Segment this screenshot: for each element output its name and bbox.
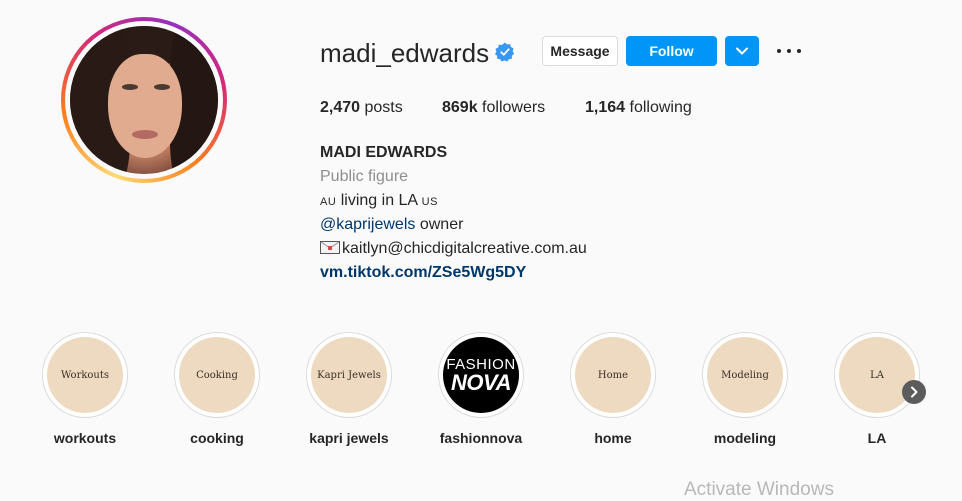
- verified-badge-icon: [495, 42, 515, 62]
- mention-link[interactable]: @kaprijewels: [320, 216, 415, 233]
- profile-username: madi_edwards: [320, 38, 490, 68]
- avatar-lips: [132, 130, 158, 139]
- highlight-ring: Kapri Jewels: [306, 332, 392, 418]
- highlight-label: LA: [867, 430, 887, 446]
- avatar[interactable]: [70, 26, 218, 174]
- following-stat[interactable]: 1,164 following: [585, 98, 692, 118]
- highlight-ring: FASHION NOVA: [438, 332, 524, 418]
- posts-count: 2,470: [320, 99, 361, 116]
- highlight-ring: Modeling: [702, 332, 788, 418]
- following-count: 1,164: [585, 99, 626, 116]
- avatar-eye-right: [154, 84, 170, 90]
- posts-label: posts: [364, 99, 403, 116]
- mailbox-icon: [320, 241, 340, 254]
- highlight-modeling[interactable]: Modeling modeling: [702, 332, 788, 446]
- dot: [777, 49, 781, 53]
- bio-email: kaitlyn@chicdigitalcreative.com.au: [342, 240, 587, 257]
- message-button[interactable]: Message: [542, 36, 618, 66]
- profile-avatar-ring[interactable]: [61, 17, 227, 183]
- bio-mention-line: @kaprijewels owner: [320, 215, 463, 235]
- highlight-ring: Workouts: [42, 332, 128, 418]
- posts-stat: 2,470 posts: [320, 98, 403, 118]
- highlight-workouts[interactable]: Workouts workouts: [42, 332, 128, 446]
- fashionnova-logo: FASHION NOVA: [443, 337, 519, 413]
- flag-us: US: [421, 196, 438, 208]
- highlight-label: fashionnova: [439, 430, 523, 446]
- logo-text-bottom: NOVA: [451, 370, 511, 395]
- following-label: following: [629, 99, 692, 116]
- highlight-home[interactable]: Home home: [570, 332, 656, 446]
- highlight-cover: Home: [575, 337, 651, 413]
- profile-full-name: MADI EDWARDS: [320, 144, 448, 161]
- highlight-cover: Kapri Jewels: [311, 337, 387, 413]
- dot: [787, 49, 791, 53]
- follow-button[interactable]: Follow: [626, 36, 717, 66]
- highlight-label: workouts: [53, 430, 117, 446]
- highlight-kapri-jewels[interactable]: Kapri Jewels kapri jewels: [306, 332, 392, 446]
- followers-count: 869k: [442, 99, 478, 116]
- highlight-cover: Workouts: [47, 337, 123, 413]
- followers-stat[interactable]: 869k followers: [442, 98, 545, 118]
- highlight-label: cooking: [190, 430, 244, 446]
- avatar-eye-left: [122, 84, 138, 90]
- highlight-cover: Cooking: [179, 337, 255, 413]
- highlight-label: kapri jewels: [309, 430, 389, 446]
- bio-location-text: living in LA: [336, 192, 422, 209]
- chevron-down-icon: [736, 47, 748, 55]
- chevron-right-icon: [911, 386, 918, 398]
- highlight-cover: LA: [839, 337, 915, 413]
- highlight-label: home: [594, 430, 632, 446]
- bio-email-line: kaitlyn@chicdigitalcreative.com.au: [320, 239, 587, 259]
- suggested-accounts-button[interactable]: [725, 36, 759, 66]
- highlight-cover: Modeling: [707, 337, 783, 413]
- activate-windows-watermark: Activate Windows: [684, 479, 834, 500]
- flag-au: AU: [320, 196, 337, 208]
- bio-location-line: AU living in LA US: [320, 191, 438, 212]
- dot: [797, 49, 801, 53]
- highlight-ring: Home: [570, 332, 656, 418]
- mention-suffix: owner: [415, 216, 464, 233]
- highlight-label: modeling: [713, 430, 777, 446]
- highlight-la[interactable]: LA LA: [834, 332, 920, 446]
- profile-category: Public figure: [320, 168, 409, 185]
- followers-label: followers: [482, 99, 546, 116]
- highlight-ring: Cooking: [174, 332, 260, 418]
- highlight-fashionnova[interactable]: FASHION NOVA fashionnova: [438, 332, 524, 446]
- highlight-cooking[interactable]: Cooking cooking: [174, 332, 260, 446]
- avatar-face: [108, 54, 182, 158]
- bio-external-link[interactable]: vm.tiktok.com/ZSe5Wg5DY: [320, 263, 526, 283]
- highlight-ring: LA: [834, 332, 920, 418]
- highlights-next-button[interactable]: [902, 380, 926, 404]
- more-options-icon[interactable]: [776, 42, 802, 60]
